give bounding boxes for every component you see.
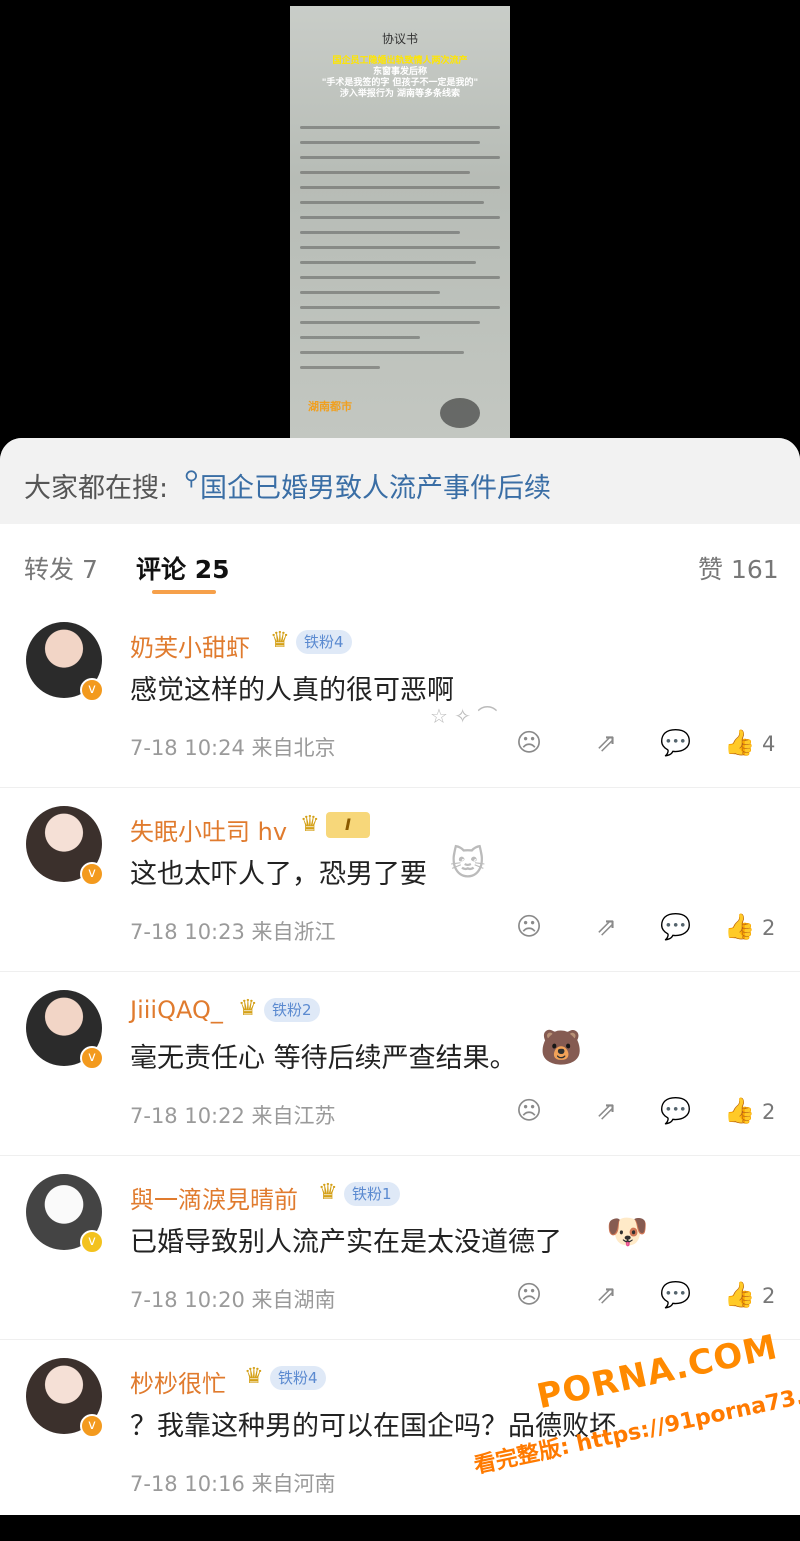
reply-icon[interactable]: 💬	[660, 728, 691, 758]
comment-username[interactable]: 失眠小吐司 hv	[130, 812, 287, 847]
tab-likes[interactable]: 赞 161	[698, 550, 779, 586]
dog-sticker-icon: 🐶	[606, 1212, 649, 1252]
doc-headline-line: 东窗事发后称	[372, 67, 427, 77]
dislike-icon[interactable]: ☹	[516, 1280, 542, 1309]
verified-icon: v	[80, 1046, 104, 1070]
comment-text: 感觉这样的人真的很可恶啊	[130, 675, 454, 706]
fan-badge: 铁粉2	[264, 998, 320, 1022]
comment-time: 7-18 10:24	[130, 736, 245, 760]
verified-icon: v	[80, 862, 104, 886]
comment-location: 来自浙江	[251, 920, 336, 944]
hello-kitty-sticker-icon: 🐱	[450, 844, 486, 884]
verified-icon: v	[80, 1414, 104, 1438]
like-count: 2	[762, 1284, 776, 1308]
crown-icon: ♛	[318, 1180, 338, 1205]
active-tab-indicator	[152, 590, 216, 594]
share-icon[interactable]: ⇗	[596, 1096, 617, 1125]
verified-icon: v	[80, 678, 104, 702]
search-icon: ⚲	[184, 466, 199, 490]
crown-icon: ♛	[244, 1364, 264, 1389]
verified-icon: v	[80, 1230, 104, 1254]
like-count: 2	[762, 1100, 776, 1124]
trending-search-bar[interactable]: 大家都在搜: ⚲ 国企已婚男致人流产事件后续	[0, 438, 800, 524]
post-media[interactable]: 协议书 国企员工隐婚出轨致情人两次流产 东窗事发后称 "手术是我签的字 但孩子不…	[0, 0, 800, 440]
share-icon[interactable]: ⇗	[596, 728, 617, 757]
doc-headline: 国企员工隐婚出轨致情人两次流产 东窗事发后称 "手术是我签的字 但孩子不一定是我…	[296, 56, 504, 100]
comment-location: 来自湖南	[251, 1288, 336, 1312]
tab-comments[interactable]: 评论 25	[136, 550, 230, 586]
doc-body-text	[300, 126, 500, 381]
dislike-icon[interactable]: ☹	[516, 728, 542, 757]
source-logo: 湖南都市	[308, 400, 352, 413]
comment-location: 来自河南	[251, 1472, 336, 1496]
comment-time: 7-18 10:20	[130, 1288, 245, 1312]
tab-bar: 转发 7 评论 25 赞 161	[0, 524, 800, 604]
doc-title: 协议书	[381, 32, 418, 46]
comment-time: 7-18 10:22	[130, 1104, 245, 1128]
comment-item: v 失眠小吐司 hv ♛ I 这也太吓人了，恐男了要 🐱 7-18 10:23 …	[0, 788, 800, 972]
comment-meta: 7-18 10:24 来自北京	[130, 732, 336, 762]
share-icon[interactable]: ⇗	[596, 1280, 617, 1309]
fingerprint-seal	[440, 398, 480, 428]
dislike-icon[interactable]: ☹	[516, 912, 542, 941]
crown-icon: ♛	[238, 996, 258, 1021]
comment-meta: 7-18 10:16 来自河南	[130, 1468, 336, 1498]
agreement-document-image[interactable]: 协议书 国企员工隐婚出轨致情人两次流产 东窗事发后称 "手术是我签的字 但孩子不…	[290, 6, 510, 438]
fan-badge: 铁粉1	[344, 1182, 400, 1206]
doc-headline-line: 国企员工隐婚出轨致情人两次流产	[332, 56, 468, 66]
reply-icon[interactable]: 💬	[660, 1096, 691, 1126]
dislike-icon[interactable]: ☹	[516, 1096, 542, 1125]
like-icon[interactable]: 👍	[724, 1280, 755, 1310]
comment-time: 7-18 10:16	[130, 1472, 245, 1496]
share-icon[interactable]: ⇗	[596, 912, 617, 941]
comment-item: v 與一滴淚見晴前 ♛ 铁粉1 已婚导致别人流产实在是太没道德了 🐶 7-18 …	[0, 1156, 800, 1340]
comment-username[interactable]: JiiiQAQ_	[130, 996, 223, 1024]
sticker-icon: ☆ ✧ ⌒	[430, 704, 498, 728]
comment-text: 这也太吓人了，恐男了要	[130, 859, 427, 890]
comment-meta: 7-18 10:22 来自江苏	[130, 1100, 336, 1130]
doc-headline-line: "手术是我签的字 但孩子不一定是我的"	[321, 78, 479, 88]
comment-item: v 奶芙小甜虾 ♛ 铁粉4 感觉这样的人真的很可恶啊 ☆ ✧ ⌒ 7-18 10…	[0, 604, 800, 788]
comment-username[interactable]: 奶芙小甜虾	[130, 628, 250, 663]
like-count: 2	[762, 916, 776, 940]
like-count: 4	[762, 732, 776, 756]
reply-icon[interactable]: 💬	[660, 1280, 691, 1310]
comment-username[interactable]: 與一滴淚見晴前	[130, 1180, 298, 1215]
level-badge: I	[326, 812, 370, 838]
search-prefix-label: 大家都在搜:	[24, 473, 169, 504]
like-icon[interactable]: 👍	[724, 1096, 755, 1126]
comment-meta: 7-18 10:23 来自浙江	[130, 916, 336, 946]
comment-item: v JiiiQAQ_ ♛ 铁粉2 毫无责任心 等待后续严查结果。 🐻 7-18 …	[0, 972, 800, 1156]
fan-badge: 铁粉4	[270, 1366, 326, 1390]
comment-meta: 7-18 10:20 来自湖南	[130, 1284, 336, 1314]
reply-icon[interactable]: 💬	[660, 912, 691, 942]
doc-headline-line: 涉入举报行为 湖南等多条线索	[339, 89, 461, 99]
crown-icon: ♛	[270, 628, 290, 653]
comment-text: 毫无责任心 等待后续严查结果。	[130, 1043, 517, 1074]
comment-text: 已婚导致别人流产实在是太没道德了	[130, 1227, 562, 1258]
trending-search-link[interactable]: 国企已婚男致人流产事件后续	[200, 466, 551, 505]
tab-repost[interactable]: 转发 7	[24, 550, 98, 586]
comment-location: 来自北京	[251, 736, 336, 760]
bear-sticker-icon: 🐻	[540, 1028, 583, 1068]
like-icon[interactable]: 👍	[724, 728, 755, 758]
crown-icon: ♛	[300, 812, 320, 837]
fan-badge: 铁粉4	[296, 630, 352, 654]
like-icon[interactable]: 👍	[724, 912, 755, 942]
comment-username[interactable]: 杪杪很忙	[130, 1364, 226, 1399]
comment-location: 来自江苏	[251, 1104, 336, 1128]
comment-time: 7-18 10:23	[130, 920, 245, 944]
